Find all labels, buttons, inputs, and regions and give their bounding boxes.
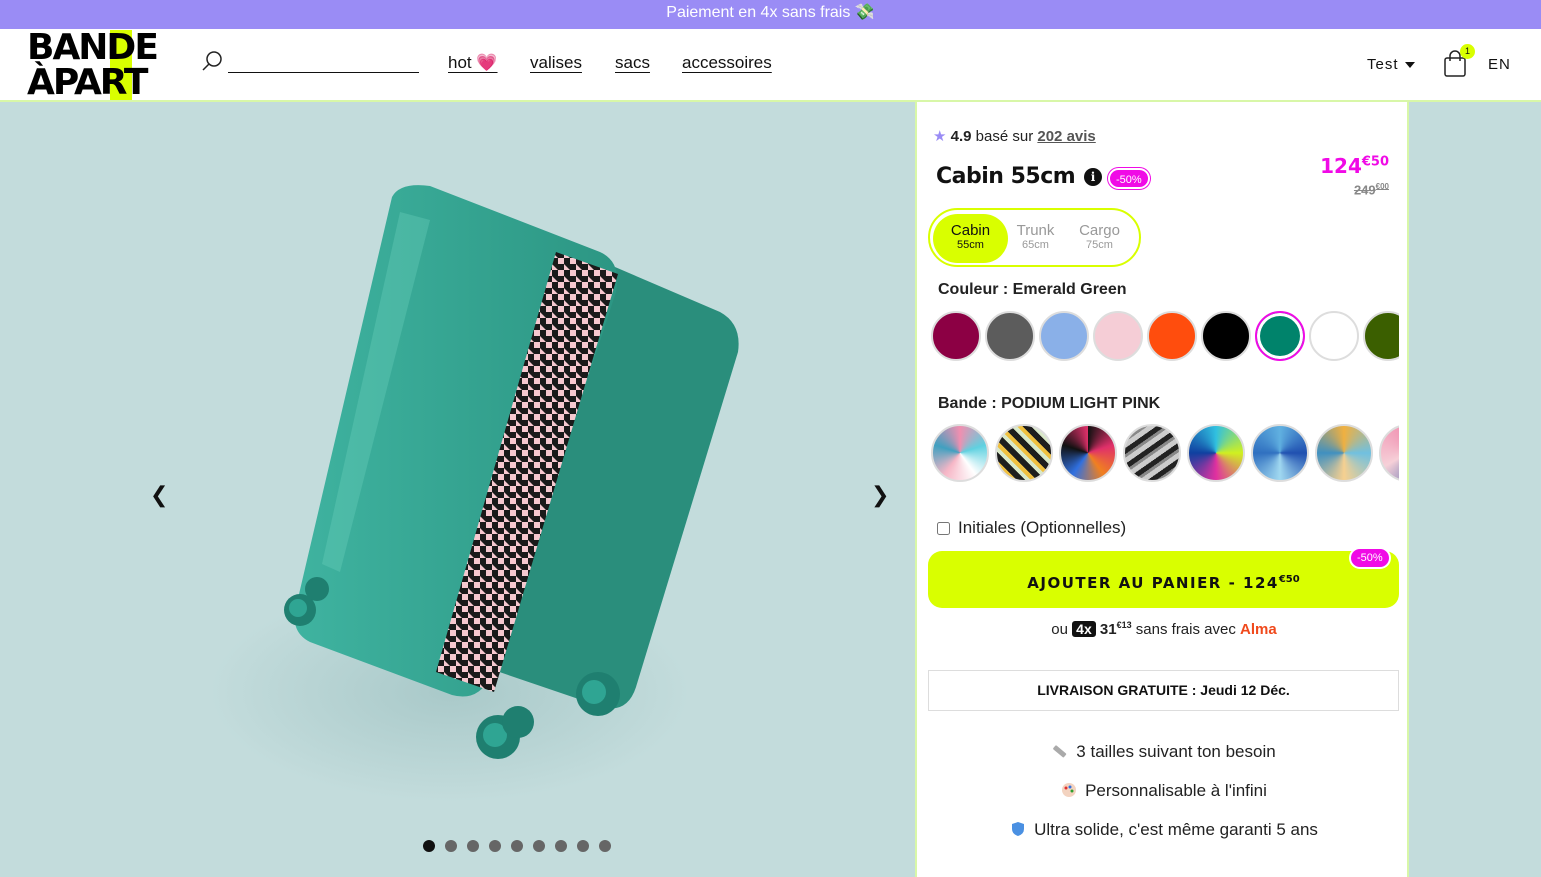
size-selector: Cabin 55cm Trunk 65cm Cargo 75cm [928,208,1141,267]
account-name: Test [1367,56,1399,73]
alma-times-badge: 4x [1072,621,1096,637]
palette-icon [1062,783,1077,797]
alma-suffix: sans frais avec [1135,621,1236,638]
shield-icon [1012,822,1025,836]
price-main: 124 [1320,154,1362,178]
alma-brand: Alma [1240,621,1277,638]
current-price: 124€50 [1320,154,1389,178]
gallery-next-button[interactable]: ❯ [871,482,889,508]
color-swatch[interactable] [1201,311,1251,361]
alma-amount: 31€13 [1099,620,1132,638]
size-option-cabin[interactable]: Cabin 55cm [933,214,1008,263]
right-background [1409,102,1541,877]
search-icon[interactable] [200,49,224,73]
gallery-dot[interactable] [577,840,589,852]
band-swatch[interactable] [1123,424,1181,482]
product-gallery: ❮ ❯ [0,102,915,877]
logo-line-1: BANDE [27,27,159,68]
nav-link-valises[interactable]: valises [530,53,582,73]
color-swatch[interactable] [1309,311,1359,361]
rating-text: basé sur [975,128,1034,145]
feature-customizable: Personnalisable à l'infini [917,781,1411,801]
add-to-cart-label: AJOUTER AU PANIER - 124 [1027,574,1279,592]
account-menu[interactable]: Test [1367,56,1415,73]
nav-link-sacs[interactable]: sacs [615,53,650,73]
suitcase-image [210,185,739,802]
add-to-cart-discount-badge: -50% [1349,547,1391,569]
old-price-main: 249 [1353,182,1376,198]
gallery-pagination [423,840,611,852]
star-icon: ★ [933,128,947,145]
initials-label: Initiales (Optionnelles) [958,518,1127,537]
gallery-dot[interactable] [533,840,545,852]
gallery-dot[interactable] [511,840,523,852]
gallery-prev-button[interactable]: ❮ [150,482,168,508]
alma-amount-main: 31 [1099,621,1117,638]
gallery-dot[interactable] [555,840,567,852]
feature-text: Ultra solide, c'est même garanti 5 ans [1034,820,1318,839]
ruler-icon [1053,745,1067,758]
band-swatch[interactable] [995,424,1053,482]
nav-link-hot[interactable]: hot 💗 [448,53,498,73]
rating-value: 4.9 [950,128,972,145]
color-swatch[interactable] [1363,311,1399,361]
price-cents: €50 [1361,154,1389,170]
color-label: Couleur : Emerald Green [938,281,1127,298]
initials-checkbox[interactable] [937,522,950,536]
cart-count-badge: 1 [1460,44,1475,59]
color-swatches [931,309,1399,365]
reviews-link[interactable]: 202 avis [1037,128,1095,145]
language-switcher[interactable]: EN [1488,56,1511,73]
color-swatch[interactable] [1093,311,1143,361]
discount-badge: -50% [1108,168,1150,189]
initials-option[interactable]: Initiales (Optionnelles) [937,518,1126,538]
feature-text: Personnalisable à l'infini [1085,781,1267,800]
feature-text: 3 tailles suivant ton besoin [1076,742,1276,761]
band-swatch[interactable] [931,424,989,482]
size-option-cargo[interactable]: Cargo 75cm [1062,214,1137,263]
alma-payment-info: ou 4x 31€13 sans frais avec Alma [917,620,1411,638]
add-to-cart-cents: €50 [1278,574,1300,585]
alma-prefix: ou [1051,621,1068,638]
product-title: Cabin 55cm [936,164,1076,189]
delivery-info: LIVRAISON GRATUITE : Jeudi 12 Déc. [928,670,1399,711]
rating-summary: ★ 4.9 basé sur 202 avis [933,127,1096,145]
product-panel: ★ 4.9 basé sur 202 avis Cabin 55cm i -50… [915,102,1409,877]
band-swatch[interactable] [1251,424,1309,482]
color-swatch[interactable] [985,311,1035,361]
promo-banner: Paiement en 4x sans frais 💸 [0,0,1541,29]
size-cm: 75cm [1086,239,1113,251]
band-swatch[interactable] [1315,424,1373,482]
add-to-cart-button[interactable]: AJOUTER AU PANIER - 124€50 [928,551,1399,608]
search-input[interactable] [228,72,419,73]
nav-link-accessoires[interactable]: accessoires [682,53,772,73]
feature-sizes: 3 tailles suivant ton besoin [917,742,1411,762]
gallery-dot[interactable] [489,840,501,852]
band-swatch[interactable] [1379,424,1399,482]
brand-logo[interactable]: BANDE ÀPART [27,27,179,103]
color-swatch[interactable] [1147,311,1197,361]
feature-warranty: Ultra solide, c'est même garanti 5 ans [917,820,1411,840]
gallery-dot[interactable] [423,840,435,852]
info-icon[interactable]: i [1084,168,1102,186]
color-swatch[interactable] [1039,311,1089,361]
gallery-dot[interactable] [445,840,457,852]
color-swatch[interactable] [1255,311,1305,361]
band-swatch[interactable] [1187,424,1245,482]
size-cm: 55cm [957,239,984,251]
gallery-dot[interactable] [467,840,479,852]
color-swatch[interactable] [931,311,981,361]
gallery-dot[interactable] [599,840,611,852]
size-name: Cargo [1079,222,1120,239]
band-swatch[interactable] [1059,424,1117,482]
old-price-cents: €00 [1375,182,1389,191]
size-name: Cabin [950,222,991,239]
band-swatches [931,423,1399,485]
logo-line-2: ÀPART [27,62,148,103]
old-price: 249€00 [1354,182,1389,197]
alma-amount-cents: €13 [1116,620,1132,630]
site-header: BANDE ÀPART hot 💗 valises sacs accessoir… [0,29,1541,102]
band-label: Bande : PODIUM LIGHT PINK [938,395,1161,412]
chevron-down-icon [1404,62,1415,69]
